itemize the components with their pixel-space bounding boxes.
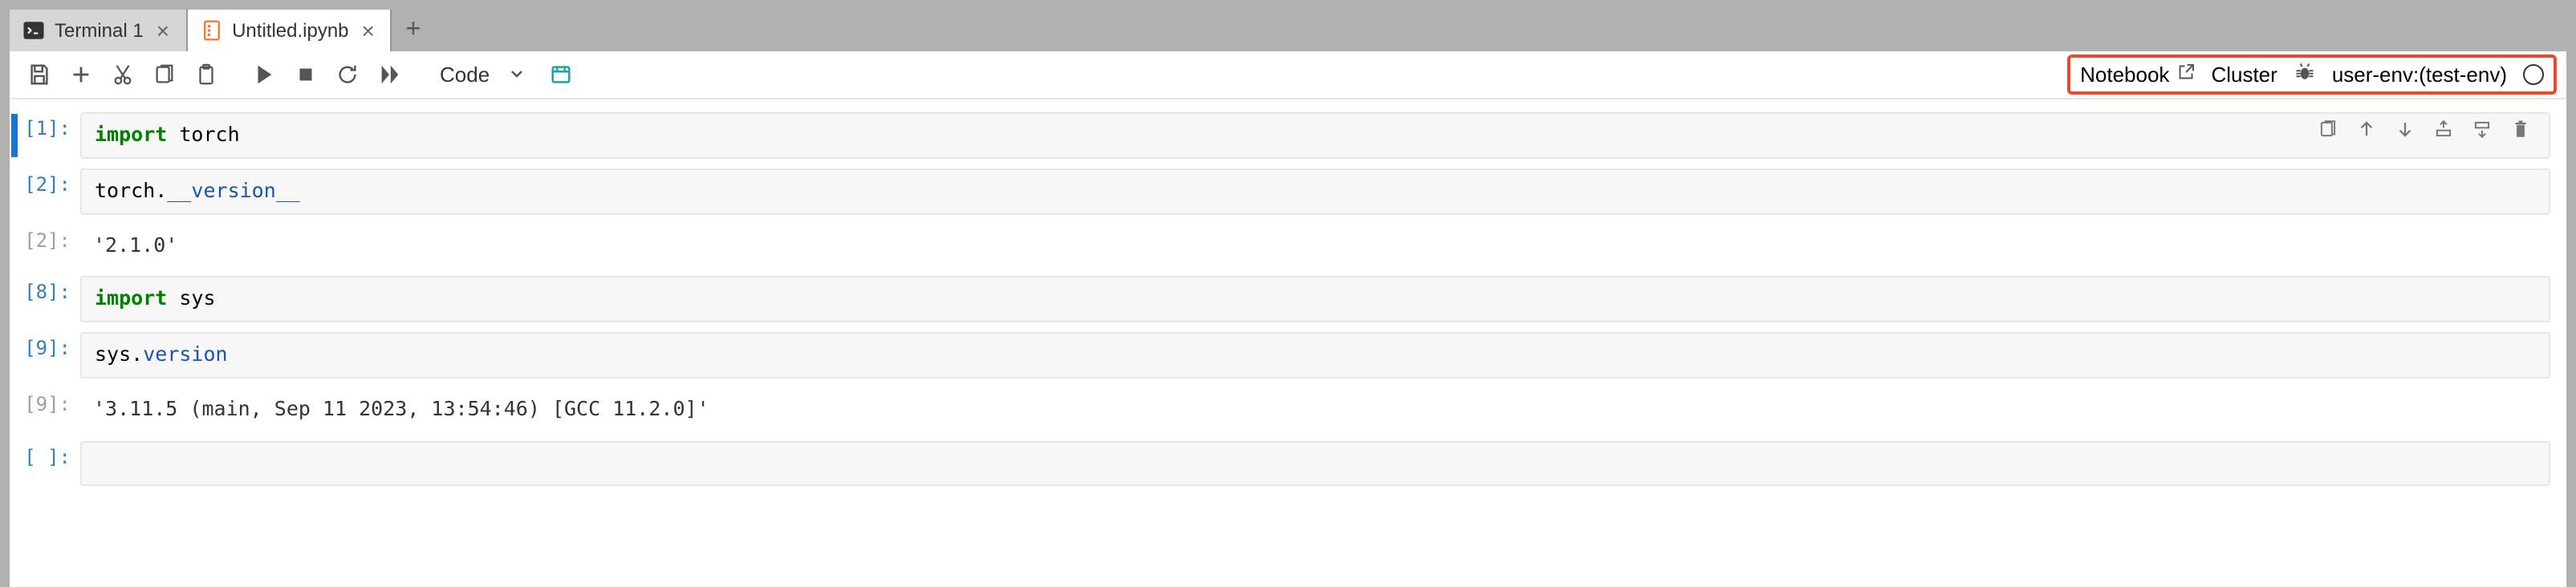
up-button[interactable] (2348, 112, 2383, 144)
code-cell[interactable]: [1]:import torch (16, 112, 2550, 159)
code-input[interactable]: import torch (80, 112, 2550, 159)
cell-type-select[interactable]: Code (427, 57, 538, 92)
add-tab-button[interactable]: + (392, 10, 434, 51)
cell-prompt: [8]: (16, 277, 80, 323)
render-button[interactable] (541, 55, 579, 94)
stop-button[interactable] (286, 55, 324, 94)
cell-prompt: [9]: (16, 388, 80, 431)
cluster-link[interactable]: Cluster (2211, 63, 2277, 87)
output-cell[interactable]: [2]:'2.1.0' (16, 224, 2550, 267)
bug-icon[interactable] (2294, 61, 2316, 88)
notebook-body[interactable]: [1]:import torch[2]:torch.__version__[2]… (10, 99, 2566, 587)
duplicate-button[interactable] (2310, 112, 2345, 144)
terminal-icon (22, 19, 45, 42)
add-cell-button[interactable] (61, 55, 100, 94)
notebook-icon (200, 19, 222, 42)
code-cell[interactable]: [8]:import sys (16, 277, 2550, 323)
code-input[interactable] (80, 440, 2550, 487)
code-input[interactable]: torch.__version__ (80, 168, 2550, 215)
copy-button[interactable] (144, 55, 183, 94)
output-text[interactable]: '3.11.5 (main, Sep 11 2023, 13:54:46) [G… (80, 388, 2550, 431)
restart-button[interactable] (327, 55, 366, 94)
notebook-toolbar: Code Notebook Cluster user-env:(test-env… (10, 51, 2566, 99)
code-cell[interactable]: [ ]: (16, 440, 2550, 487)
run-all-button[interactable] (369, 55, 408, 94)
close-icon[interactable]: × (153, 19, 173, 42)
delete-button[interactable] (2502, 112, 2537, 144)
paste-button[interactable] (186, 55, 225, 94)
down-button[interactable] (2387, 112, 2422, 144)
cell-prompt: [2]: (16, 168, 80, 215)
code-input[interactable]: import sys (80, 277, 2550, 323)
app-window: Terminal 1 × Untitled.ipynb × + Code (10, 10, 2566, 587)
notebook-link[interactable]: Notebook (2080, 63, 2195, 87)
tab-terminal[interactable]: Terminal 1 × (10, 10, 187, 51)
chevron-down-icon (509, 63, 525, 87)
cell-prompt: [2]: (16, 224, 80, 267)
output-text[interactable]: '2.1.0' (80, 224, 2550, 267)
kernel-status-icon[interactable] (2523, 64, 2544, 85)
insert-below-button[interactable] (2464, 112, 2499, 144)
cell-prompt: [1]: (16, 112, 80, 159)
code-cell[interactable]: [9]:sys.version (16, 332, 2550, 379)
tab-title: Untitled.ipynb (232, 19, 348, 42)
external-link-icon (2176, 63, 2195, 87)
insert-above-button[interactable] (2425, 112, 2460, 144)
save-button[interactable] (19, 55, 58, 94)
cell-toolbar (2310, 112, 2537, 144)
code-input[interactable]: sys.version (80, 332, 2550, 379)
code-cell[interactable]: [2]:torch.__version__ (16, 168, 2550, 215)
close-icon[interactable]: × (359, 19, 378, 42)
tab-title: Terminal 1 (55, 19, 144, 42)
kernel-info-highlight: Notebook Cluster user-env:(test-env) (2067, 55, 2557, 95)
cell-prompt: [9]: (16, 332, 80, 379)
tab-bar: Terminal 1 × Untitled.ipynb × + (10, 10, 2566, 51)
output-cell[interactable]: [9]:'3.11.5 (main, Sep 11 2023, 13:54:46… (16, 388, 2550, 431)
kernel-name[interactable]: user-env:(test-env) (2332, 63, 2507, 87)
cell-prompt: [ ]: (16, 440, 80, 487)
run-button[interactable] (244, 55, 282, 94)
cell-type-label: Code (440, 63, 490, 87)
tab-notebook[interactable]: Untitled.ipynb × (187, 10, 392, 51)
cut-button[interactable] (103, 55, 141, 94)
